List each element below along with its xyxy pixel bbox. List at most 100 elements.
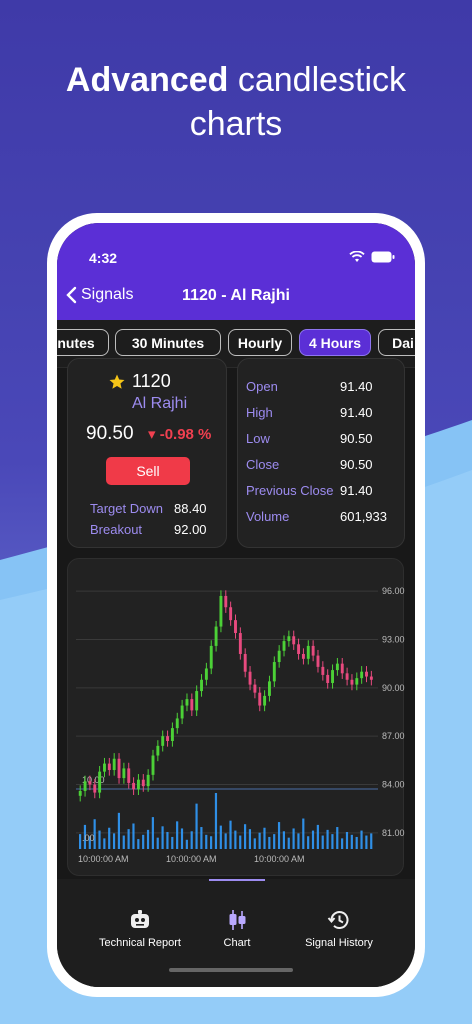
volume-bar — [326, 829, 329, 849]
candle-body — [365, 671, 368, 677]
last-price: 90.50 — [86, 423, 134, 444]
tab-30-minutes[interactable]: 30 Minutes — [115, 329, 221, 356]
price-axis-label: 93.00 — [382, 634, 405, 644]
candle-body — [93, 784, 97, 793]
symbol-row: 1120 — [108, 371, 171, 392]
previous-close-value: 91.40 — [340, 483, 373, 498]
breakout-value: 92.00 — [174, 522, 207, 537]
close-value: 90.50 — [340, 457, 373, 472]
breakout-label: Breakout — [90, 522, 143, 537]
candle-body — [127, 768, 131, 783]
volume-bar — [108, 827, 111, 849]
candle-body — [248, 671, 252, 685]
price-axis-label: 81.00 — [382, 828, 405, 838]
candle-body — [200, 679, 203, 692]
candle-body — [219, 595, 223, 627]
high-value: 91.40 — [340, 405, 373, 420]
symbol-code: 1120 — [132, 371, 171, 391]
candle-body — [331, 670, 334, 683]
headline-bold: Advanced — [65, 61, 229, 99]
volume-bar — [103, 838, 106, 849]
headline-line2: charts — [189, 105, 283, 143]
time-axis-label: 10:00:00 AM — [78, 854, 129, 864]
volume-bar — [137, 839, 140, 849]
nav-chart[interactable]: Chart — [213, 909, 261, 949]
volume-bar — [297, 833, 300, 849]
tab-minutes[interactable]: nutes — [57, 329, 109, 356]
low-label: Low — [246, 431, 270, 446]
candle-body — [136, 779, 140, 790]
home-indicator — [169, 968, 293, 972]
candle-body — [78, 790, 82, 796]
candle-body — [209, 645, 213, 669]
headline-rest: candlestick — [228, 61, 407, 99]
candle-body — [326, 674, 330, 683]
candle-body — [350, 679, 354, 685]
nav-technical-report[interactable]: Technical Report — [97, 909, 183, 949]
history-icon — [327, 911, 349, 929]
candle-body — [161, 736, 165, 746]
price-change: ▾ -0.98 % — [148, 426, 212, 443]
candle-body — [88, 781, 92, 785]
back-button[interactable]: Signals — [65, 286, 133, 304]
open-label: Open — [246, 379, 278, 394]
candle-body — [297, 644, 301, 654]
signal-card: 1120 Al Rajhi 90.50 ▾ -0.98 % Sell Targe… — [67, 358, 227, 548]
time-axis-label: 10:00:00 AM — [166, 854, 217, 864]
volume-value: 601,933 — [340, 509, 387, 524]
top-bar: 4:32 1120 - Al Rajhi Signals — [57, 223, 415, 320]
volume-bar — [229, 820, 232, 849]
volume-bar — [224, 833, 227, 849]
candle-body — [253, 684, 257, 693]
candle-body — [224, 595, 228, 608]
star-icon[interactable] — [108, 373, 126, 391]
price-axis-label: 84.00 — [382, 780, 405, 790]
active-tab-indicator — [209, 879, 265, 881]
volume-bar — [311, 830, 315, 849]
volume-bar — [365, 835, 368, 849]
tab-4-hours[interactable]: 4 Hours — [299, 329, 371, 356]
candle-body — [141, 779, 145, 787]
volume-bar — [112, 833, 116, 849]
volume-bar — [263, 827, 266, 849]
volume-bar — [234, 830, 237, 849]
candlestick-chart[interactable]: 96.0093.0090.0087.0084.0081.0010.00.0010… — [68, 559, 405, 877]
target-down-value: 88.40 — [174, 501, 207, 516]
price-axis-label: 96.00 — [382, 586, 405, 596]
volume-bar — [180, 828, 184, 849]
tab-daily[interactable]: Dai — [378, 329, 415, 356]
candle-body — [355, 678, 359, 685]
nav-chart-label: Chart — [223, 937, 251, 949]
candle-body — [151, 755, 155, 775]
tab-hourly[interactable]: Hourly — [228, 329, 292, 356]
candle-body — [107, 763, 111, 771]
headline: Advanced candlestick charts — [0, 58, 472, 146]
candle-body — [238, 633, 242, 654]
volume-bar — [282, 831, 285, 849]
volume-bar — [336, 827, 339, 849]
volume-bar — [307, 836, 310, 849]
volume-bar — [214, 793, 218, 849]
candle-body — [122, 768, 126, 779]
candle-body — [321, 666, 325, 675]
candle-body — [117, 758, 121, 779]
volume-bar — [292, 828, 295, 849]
volume-bar — [146, 829, 150, 849]
candle-body — [282, 641, 286, 651]
nav-signal-history[interactable]: Signal History — [289, 909, 389, 949]
candlestick-chart-card[interactable]: 96.00 93.00 90.00 87.00 84.00 81.00 10.00.00 10… — [67, 558, 405, 877]
symbol-name: Al Rajhi — [132, 395, 188, 412]
volume-bar — [360, 830, 363, 849]
candle-body — [272, 662, 276, 682]
volume-bar — [195, 803, 198, 849]
volume-bar — [268, 836, 271, 849]
candle-body — [263, 695, 267, 706]
sell-button[interactable]: Sell — [106, 457, 190, 485]
volume-bar — [370, 833, 373, 849]
open-value: 91.40 — [340, 379, 373, 394]
volume-bar — [248, 829, 252, 849]
candle-body — [166, 736, 170, 742]
nav-signal-history-label: Signal History — [305, 937, 373, 949]
candle-body — [132, 782, 136, 790]
volume-bar — [166, 831, 169, 849]
